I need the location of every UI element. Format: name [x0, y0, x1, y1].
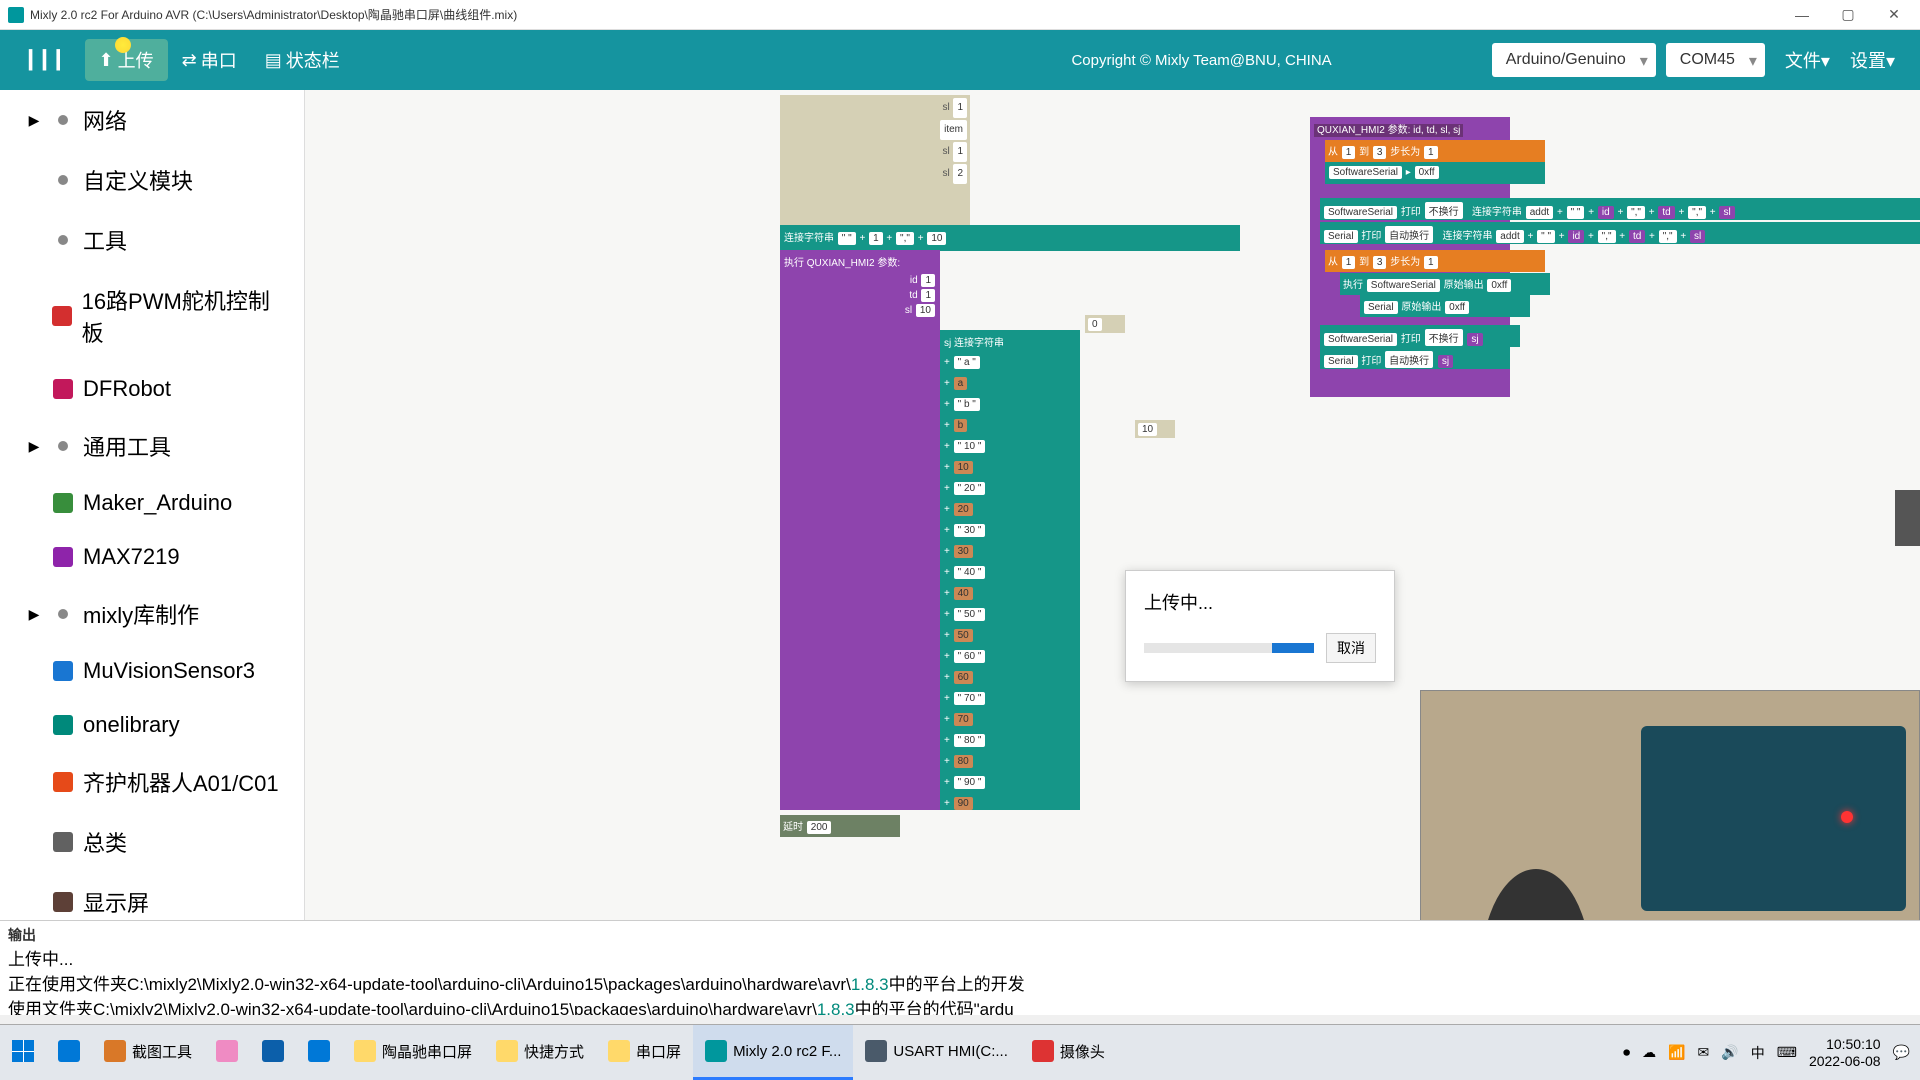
keyboard-icon[interactable]: ⌨: [1777, 1044, 1797, 1061]
notification-icon[interactable]: 💬: [1893, 1044, 1910, 1061]
block-exec-serial[interactable]: Serial 原始输出 0xff: [1360, 295, 1530, 317]
category-item[interactable]: Maker_Arduino: [0, 476, 304, 530]
category-item[interactable]: ▶网络: [0, 90, 304, 150]
window-title: Mixly 2.0 rc2 For Arduino AVR (C:\Users\…: [30, 6, 1794, 23]
statusbar-button[interactable]: ▤ 状态栏: [251, 39, 354, 81]
ime-icon[interactable]: 中: [1751, 1043, 1765, 1063]
tray-icon[interactable]: ✉: [1698, 1044, 1710, 1061]
taskbar-item[interactable]: 陶晶驰串口屏: [342, 1025, 484, 1080]
category-sidebar: ▶网络自定义模块工具16路PWM舵机控制板DFRobot▶通用工具Maker_A…: [0, 90, 305, 920]
category-item[interactable]: ▶通用工具: [0, 416, 304, 476]
clock[interactable]: 10:50:102022-06-08: [1809, 1036, 1881, 1070]
file-menu[interactable]: 文件▾: [1775, 39, 1840, 81]
console-line: 使用文件夹C:\mixly2\Mixly2.0-win32-x64-update…: [8, 995, 1912, 1015]
console-header: 输出: [8, 925, 1912, 945]
serial-label: 串口: [201, 47, 237, 73]
block-range[interactable]: 从 1 到 3 步长为 1: [1325, 140, 1545, 162]
category-item[interactable]: 自定义模块: [0, 150, 304, 210]
block-quxian-exec[interactable]: 执行 QUXIAN_HMI2 参数: id 1 td 1 sl 10: [780, 250, 940, 810]
block-steps[interactable]: sj 连接字符串+ " a "+ a+ " b "+ b+ " 10 "+ 10…: [940, 330, 1080, 810]
category-item[interactable]: onelibrary: [0, 698, 304, 752]
taskbar-item[interactable]: [250, 1025, 296, 1080]
start-button[interactable]: [0, 1025, 46, 1080]
taskbar-item[interactable]: [204, 1025, 250, 1080]
taskbar-item[interactable]: [46, 1025, 92, 1080]
category-item[interactable]: 16路PWM舵机控制板: [0, 270, 304, 362]
upload-button[interactable]: ⬆ 上传: [85, 39, 168, 81]
board-select[interactable]: Arduino/Genuino: [1492, 43, 1656, 77]
taskbar-item[interactable]: 快捷方式: [484, 1025, 596, 1080]
category-item[interactable]: 总类: [0, 812, 304, 872]
block-delay[interactable]: 延时 200: [780, 815, 900, 837]
output-console: 输出 上传中... 正在使用文件夹C:\mixly2\Mixly2.0-win3…: [0, 920, 1920, 1015]
block-init[interactable]: sl 1 item sl 1 sl 2: [780, 95, 970, 225]
tray-icon[interactable]: ⏺: [1623, 1044, 1630, 1061]
minimize-button[interactable]: —: [1794, 7, 1810, 23]
taskbar-item[interactable]: 串口屏: [596, 1025, 693, 1080]
settings-menu[interactable]: 设置▾: [1840, 39, 1905, 81]
taskbar-item[interactable]: USART HMI(C:...: [853, 1025, 1019, 1080]
webcam-overlay: [1420, 690, 1920, 920]
block-soft-print[interactable]: SoftwareSerial 打印 不换行 连接字符串 addt + " " +…: [1320, 198, 1920, 220]
category-item[interactable]: ▶mixly库制作: [0, 584, 304, 644]
tool-nav-left[interactable]: ▎▎▎: [15, 42, 85, 79]
volume-icon[interactable]: 🔊: [1721, 1044, 1738, 1061]
block-exec-soft[interactable]: 执行 SoftwareSerial 原始输出 0xff: [1340, 273, 1550, 295]
category-item[interactable]: MAX7219: [0, 530, 304, 584]
block-canvas[interactable]: sl 1 item sl 1 sl 2 连接字符串 " " + 1 + "," …: [305, 90, 1920, 920]
console-line: 上传中...: [8, 945, 1912, 970]
cursor-highlight: [115, 37, 131, 53]
status-label: 状态栏: [286, 47, 340, 73]
block-soft-noline[interactable]: SoftwareSerial 打印 不换行 sj: [1320, 325, 1520, 347]
led-indicator: [1841, 811, 1853, 823]
taskbar-item[interactable]: [296, 1025, 342, 1080]
block-serial-auto[interactable]: Serial 打印 自动换行 sj: [1320, 347, 1510, 369]
serial-button[interactable]: ⇄ 串口: [168, 39, 251, 81]
wifi-icon[interactable]: 📶: [1668, 1044, 1685, 1061]
category-item[interactable]: 工具: [0, 210, 304, 270]
category-item[interactable]: DFRobot: [0, 362, 304, 416]
dialog-title: 上传中...: [1144, 589, 1376, 615]
console-line: 正在使用文件夹C:\mixly2\Mixly2.0-win32-x64-upda…: [8, 970, 1912, 995]
close-button[interactable]: ✕: [1886, 7, 1902, 23]
category-item[interactable]: 齐护机器人A01/C01: [0, 752, 304, 812]
taskbar-item[interactable]: 截图工具: [92, 1025, 204, 1080]
orphan-10[interactable]: 10: [1135, 420, 1175, 438]
block-range-2[interactable]: 从 1 到 3 步长为 1: [1325, 250, 1545, 272]
cancel-button[interactable]: 取消: [1326, 633, 1376, 663]
copyright-text: Copyright © Mixly Team@BNU, CHINA: [1071, 52, 1331, 69]
block-linkstr-1[interactable]: 连接字符串 " " + 1 + "," + 10: [780, 225, 1240, 251]
system-tray[interactable]: ⏺ ☁ 📶 ✉ 🔊 中 ⌨ 10:50:102022-06-08 💬: [1623, 1036, 1920, 1070]
orphan-0[interactable]: 0: [1085, 315, 1125, 333]
category-item[interactable]: 显示屏: [0, 872, 304, 920]
category-item[interactable]: MuVisionSensor3: [0, 644, 304, 698]
progress-bar: [1144, 643, 1314, 653]
upload-dialog: 上传中... 取消: [1125, 570, 1395, 682]
maximize-button[interactable]: ▢: [1840, 7, 1856, 23]
block-serial-print[interactable]: Serial 打印 自动换行 连接字符串 addt + " " + id + "…: [1320, 222, 1920, 244]
app-icon: [8, 7, 24, 23]
toolbar: ▎▎▎ ⬆ 上传 ⇄ 串口 ▤ 状态栏 Copyright © Mixly Te…: [0, 30, 1920, 90]
port-select[interactable]: COM45: [1666, 43, 1765, 77]
taskbar-item[interactable]: Mixly 2.0 rc2 F...: [693, 1025, 853, 1080]
taskbar-item[interactable]: 摄像头: [1020, 1025, 1117, 1080]
side-collapse-handle[interactable]: [1895, 490, 1920, 546]
taskbar: 截图工具 陶晶驰串口屏快捷方式串口屏Mixly 2.0 rc2 F...USART…: [0, 1024, 1920, 1080]
tray-icon[interactable]: ☁: [1642, 1044, 1656, 1061]
block-softserial-hex[interactable]: SoftwareSerial ▸ 0xff: [1325, 162, 1545, 184]
